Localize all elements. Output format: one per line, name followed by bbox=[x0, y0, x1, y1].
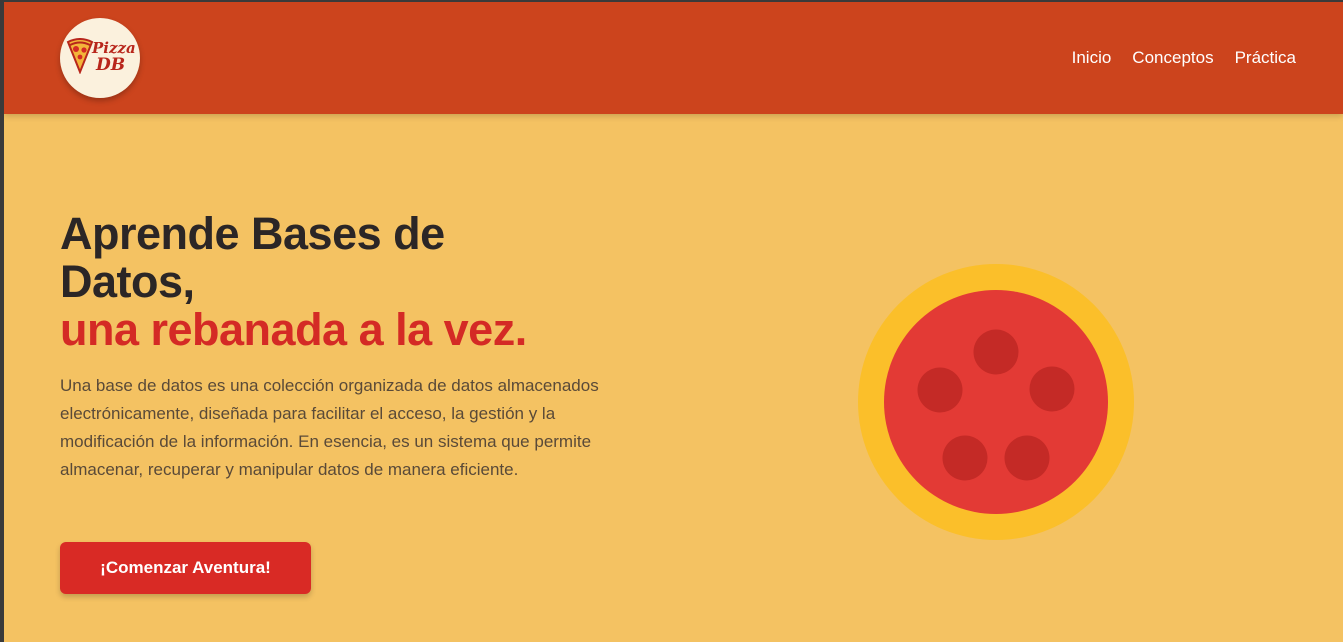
pepperoni-left bbox=[917, 367, 963, 413]
start-adventure-button[interactable]: ¡Comenzar Aventura! bbox=[60, 542, 311, 594]
nav-link-inicio[interactable]: Inicio bbox=[1072, 48, 1112, 68]
hero-description: Una base de datos es una colección organ… bbox=[60, 376, 599, 479]
pizza-slice-icon bbox=[66, 38, 94, 74]
pepperoni-right bbox=[1029, 366, 1075, 412]
logo-text-db: DB bbox=[96, 55, 126, 75]
pepperoni-top bbox=[973, 329, 1019, 375]
pizza-sauce bbox=[884, 290, 1108, 514]
main-nav: Inicio Conceptos Práctica bbox=[1072, 48, 1296, 68]
logo-text-pizza: Pizza bbox=[92, 39, 136, 57]
landing-page: Pizza DB Inicio Conceptos Práctica Apren… bbox=[4, 2, 1343, 642]
pepperoni-bottom-left bbox=[942, 435, 988, 481]
hero-title-accent: una rebanada a la vez. bbox=[60, 304, 527, 355]
nav-link-practica[interactable]: Práctica bbox=[1235, 48, 1296, 68]
pizza-db-logo[interactable]: Pizza DB bbox=[60, 18, 140, 98]
hero-title-line1: Aprende Bases de bbox=[60, 208, 445, 259]
top-navbar: Pizza DB Inicio Conceptos Práctica bbox=[4, 2, 1343, 114]
pepperoni-bottom-right bbox=[1004, 435, 1050, 481]
nav-link-conceptos[interactable]: Conceptos bbox=[1132, 48, 1213, 68]
hero-title: Aprende Bases de Datos, una rebanada a l… bbox=[60, 210, 650, 354]
hero-section: Aprende Bases de Datos, una rebanada a l… bbox=[60, 210, 650, 484]
hero-title-line2: Datos, bbox=[60, 256, 195, 307]
pizza-illustration bbox=[858, 264, 1134, 540]
